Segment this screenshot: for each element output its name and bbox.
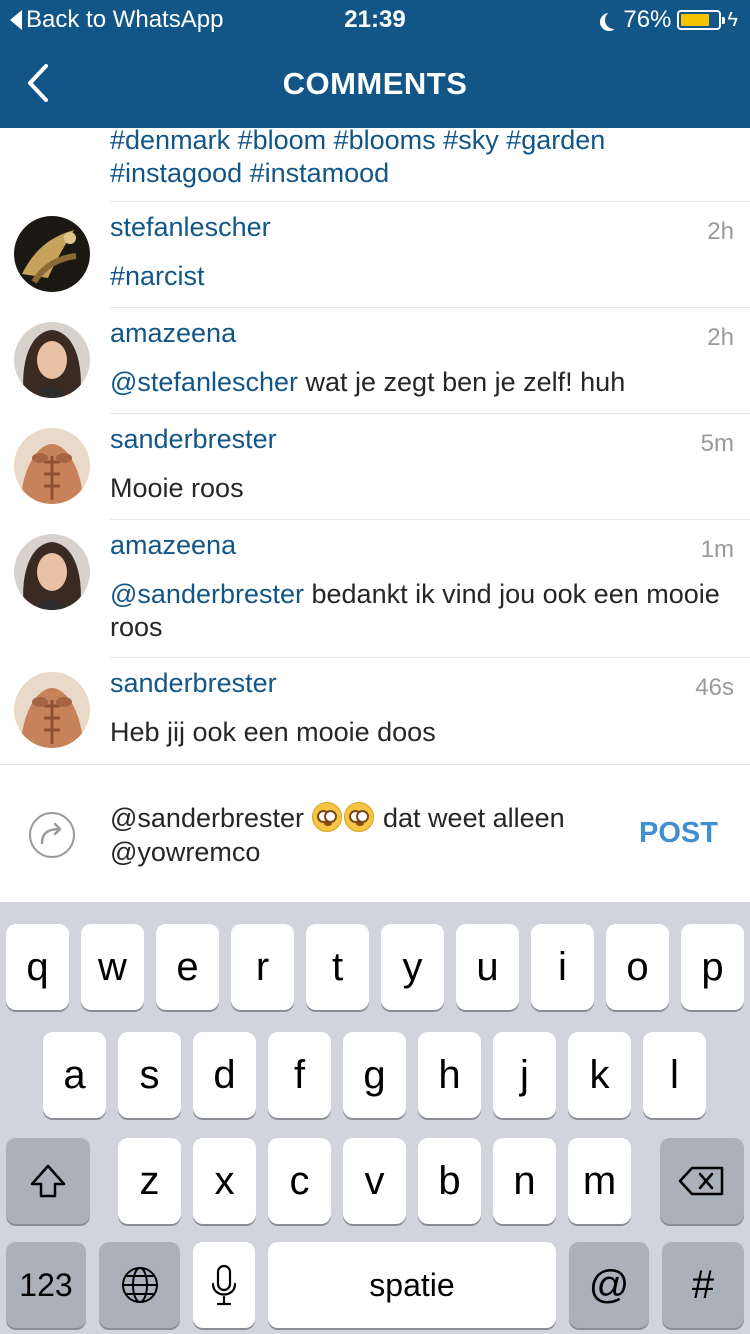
comment-item: amazeena 1m @sanderbrester bedankt ik vi… — [0, 520, 750, 658]
charging-bolt-icon: ϟ — [727, 8, 738, 31]
avatar[interactable] — [14, 428, 90, 504]
key-o[interactable]: o — [606, 924, 669, 1010]
keyboard: 123 spatie @ # qwertyuiop asdfghjkl zxcvbn… — [0, 902, 750, 1334]
key-i[interactable]: i — [531, 924, 594, 1010]
numbers-key[interactable]: 123 — [6, 1242, 86, 1328]
status-right: 76% ϟ — [599, 6, 738, 34]
key-f[interactable]: f — [268, 1032, 331, 1118]
post-button[interactable]: POST — [639, 817, 718, 850]
comment-text: @stefanlescher wat je zegt ben je zelf! … — [110, 366, 730, 399]
avatar[interactable] — [14, 534, 90, 610]
key-b[interactable]: b — [418, 1138, 481, 1224]
comments-list[interactable]: #denmark #bloom #blooms #sky #garden #in… — [0, 128, 750, 764]
key-t[interactable]: t — [306, 924, 369, 1010]
key-w[interactable]: w — [81, 924, 144, 1010]
backspace-key[interactable] — [660, 1138, 744, 1224]
comment-item: sanderbrester 46s Heb jij ook een mooie … — [0, 658, 750, 764]
key-g[interactable]: g — [343, 1032, 406, 1118]
comment-text: Mooie roos — [110, 473, 244, 503]
key-e[interactable]: e — [156, 924, 219, 1010]
comment-text: Heb jij ook een mooie doos — [110, 717, 436, 747]
top-bar: Back to WhatsApp 21:39 76% ϟ COMMENTS — [0, 0, 750, 128]
microphone-icon — [211, 1264, 237, 1306]
comment-time: 5m — [700, 430, 734, 457]
nav-bar: COMMENTS — [0, 40, 750, 128]
key-d[interactable]: d — [193, 1032, 256, 1118]
space-key[interactable]: spatie — [268, 1242, 556, 1328]
status-bar: Back to WhatsApp 21:39 76% ϟ — [0, 0, 750, 40]
key-y[interactable]: y — [381, 924, 444, 1010]
key-a[interactable]: a — [43, 1032, 106, 1118]
shift-key[interactable] — [6, 1138, 90, 1224]
comment-hashtag[interactable]: #narcist — [110, 261, 205, 291]
comment-time: 2h — [707, 218, 734, 245]
comment-text: #narcist — [110, 260, 730, 293]
comment-mention[interactable]: @sanderbrester — [110, 579, 304, 609]
input-mention: @sanderbrester — [110, 803, 304, 833]
key-q[interactable]: q — [6, 924, 69, 1010]
comment-item: stefanlescher 2h #narcist — [0, 202, 750, 308]
key-z[interactable]: z — [118, 1138, 181, 1224]
key-j[interactable]: j — [493, 1032, 556, 1118]
globe-icon — [121, 1267, 158, 1303]
input-text: dat weet alleen — [375, 803, 565, 833]
page-title: COMMENTS — [282, 66, 468, 101]
caption-line[interactable]: #instagood #instamood — [110, 157, 730, 190]
hash-key[interactable]: # — [662, 1242, 744, 1328]
comment-body: wat je zegt ben je zelf! huh — [298, 367, 626, 397]
key-h[interactable]: h — [418, 1032, 481, 1118]
flushed-face-emoji-icon — [311, 802, 342, 832]
avatar[interactable] — [14, 322, 90, 398]
key-r[interactable]: r — [231, 924, 294, 1010]
share-icon[interactable] — [28, 811, 76, 859]
comment-text: @sanderbrester bedankt ik vind jou ook e… — [110, 578, 730, 644]
comment-time: 2h — [707, 324, 734, 351]
battery-icon — [677, 10, 726, 30]
comment-username[interactable]: stefanlescher — [110, 212, 271, 243]
comment-username[interactable]: sanderbrester — [110, 668, 277, 699]
comment-username[interactable]: sanderbrester — [110, 424, 277, 455]
comment-item: amazeena 2h @stefanlescher wat je zegt b… — [0, 308, 750, 414]
avatar[interactable] — [14, 216, 90, 292]
key-s[interactable]: s — [118, 1032, 181, 1118]
shift-arrow-icon — [30, 1164, 66, 1198]
post-caption: #denmark #bloom #blooms #sky #garden #in… — [110, 128, 730, 190]
moon-icon — [605, 11, 623, 29]
comment-time: 1m — [700, 536, 734, 563]
key-v[interactable]: v — [343, 1138, 406, 1224]
dictation-key[interactable] — [193, 1242, 255, 1328]
key-c[interactable]: c — [268, 1138, 331, 1224]
flushed-face-emoji-icon — [343, 802, 374, 832]
key-l[interactable]: l — [643, 1032, 706, 1118]
at-key[interactable]: @ — [569, 1242, 649, 1328]
battery-percent: 76% — [623, 6, 672, 33]
key-u[interactable]: u — [456, 924, 519, 1010]
key-n[interactable]: n — [493, 1138, 556, 1224]
key-p[interactable]: p — [681, 924, 744, 1010]
comment-time: 46s — [695, 674, 734, 701]
globe-key[interactable] — [99, 1242, 180, 1328]
backspace-icon — [678, 1166, 724, 1196]
key-x[interactable]: x — [193, 1138, 256, 1224]
comment-username[interactable]: amazeena — [110, 318, 236, 349]
input-mention: @yowremco — [110, 837, 261, 867]
comment-input-bar: @sanderbrester dat weet alleen @yowremco… — [0, 764, 750, 902]
comment-input[interactable]: @sanderbrester dat weet alleen @yowremco — [110, 801, 620, 869]
avatar[interactable] — [14, 672, 90, 748]
key-k[interactable]: k — [568, 1032, 631, 1118]
battery-fill — [681, 14, 709, 26]
comment-mention[interactable]: @stefanlescher — [110, 367, 298, 397]
comment-username[interactable]: amazeena — [110, 530, 236, 561]
key-m[interactable]: m — [568, 1138, 631, 1224]
comment-item: sanderbrester 5m Mooie roos — [0, 414, 750, 520]
caption-line[interactable]: #denmark #bloom #blooms #sky #garden — [110, 128, 730, 157]
